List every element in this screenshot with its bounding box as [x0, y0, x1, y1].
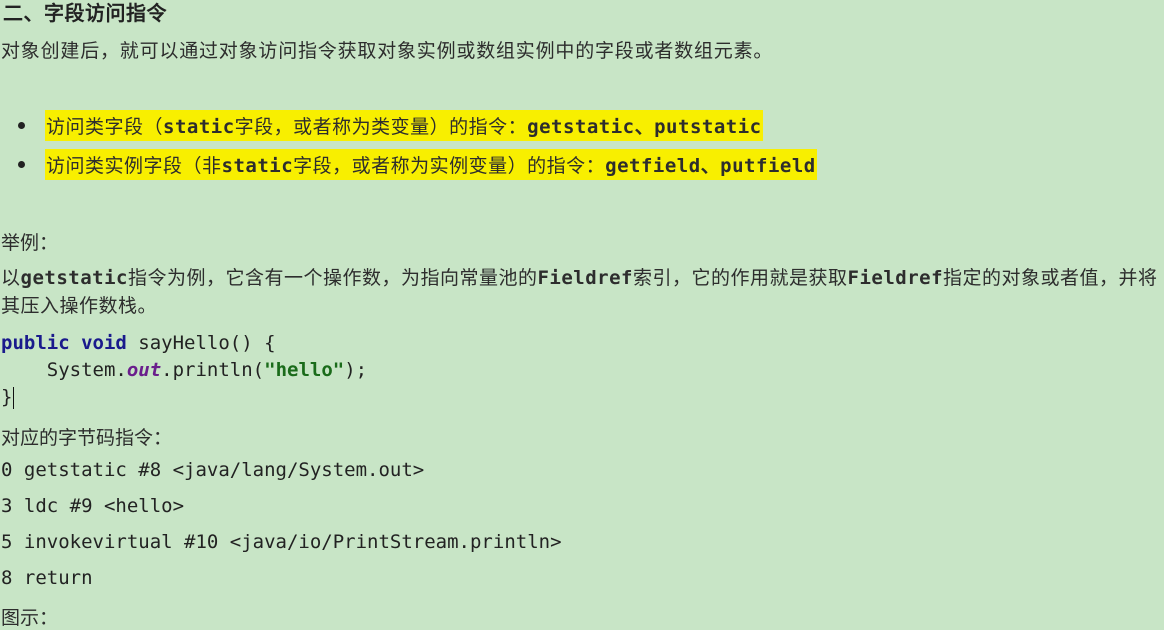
- description-paragraph: 以getstatic指令为例，它含有一个操作数，为指向常量池的Fieldref索…: [1, 264, 1161, 320]
- bullet-code-static: static: [221, 154, 294, 177]
- bullet-text-part: 访问类实例字段（非: [46, 154, 222, 177]
- code-text: );: [344, 359, 368, 381]
- code-text: sayHello() {: [126, 332, 276, 354]
- example-label: 举例：: [1, 232, 59, 254]
- bytecode-line: 8 return: [1, 567, 93, 589]
- code-field: out: [126, 359, 162, 381]
- bullet-code-instructions: getfield、putfield: [605, 154, 816, 177]
- code-keyword: void: [81, 332, 127, 354]
- code-text: System.: [46, 359, 127, 381]
- code-line-closing: }: [1, 386, 15, 409]
- bullet-text-part: 访问类字段（: [46, 115, 164, 138]
- bytecode-line: 0 getstatic #8 <java/lang/System.out>: [1, 459, 425, 481]
- desc-code: Fieldref: [537, 267, 633, 289]
- desc-code: getstatic: [20, 267, 128, 289]
- desc-text: 索引，它的作用就是获取: [633, 267, 848, 289]
- bullet-dot-icon: [18, 160, 25, 168]
- section-heading: 二、字段访问指令: [3, 1, 167, 25]
- code-text: }: [1, 386, 13, 408]
- figure-label: 图示：: [1, 607, 59, 629]
- bullet-item-class-fields: 访问类字段（static字段，或者称为类变量）的指令：getstatic、put…: [18, 109, 763, 141]
- bullet-text-part: 字段，或者称为实例变量）的指令：: [293, 154, 606, 177]
- bullet-text-part: 字段，或者称为类变量）的指令：: [234, 115, 528, 138]
- bullet-item-instance-fields: 访问类实例字段（非static字段，或者称为实例变量）的指令：getfield、…: [18, 148, 817, 180]
- document-page: 二、字段访问指令 对象创建后，就可以通过对象访问指令获取对象实例或数组实例中的字…: [0, 0, 1164, 630]
- highlighted-text: 访问类实例字段（非static字段，或者称为实例变量）的指令：getfield、…: [45, 148, 817, 180]
- code-keyword: public: [1, 332, 70, 354]
- intro-paragraph: 对象创建后，就可以通过对象访问指令获取对象实例或数组实例中的字段或者数组元素。: [1, 40, 774, 62]
- highlighted-text: 访问类字段（static字段，或者称为类变量）的指令：getstatic、put…: [45, 109, 763, 141]
- code-line-signature: public void sayHello() {: [1, 332, 276, 354]
- bytecode-line: 3 ldc #9 <hello>: [1, 495, 185, 517]
- code-string: "hello": [264, 359, 345, 381]
- bytecode-line: 5 invokevirtual #10 <java/io/PrintStream…: [1, 531, 562, 553]
- bytecode-label: 对应的字节码指令：: [1, 427, 173, 449]
- bullet-dot-icon: [18, 121, 25, 129]
- bullet-code-static: static: [163, 115, 235, 138]
- desc-text: 指令为例，它含有一个操作数，为指向常量池的: [127, 267, 538, 289]
- bullet-code-instructions: getstatic、putstatic: [527, 115, 762, 138]
- code-line-println: System.out.println("hello");: [1, 359, 367, 381]
- desc-code: Fieldref: [847, 267, 944, 289]
- desc-text: 以: [1, 267, 21, 289]
- text-cursor: [13, 386, 15, 409]
- code-text: .println(: [161, 359, 265, 381]
